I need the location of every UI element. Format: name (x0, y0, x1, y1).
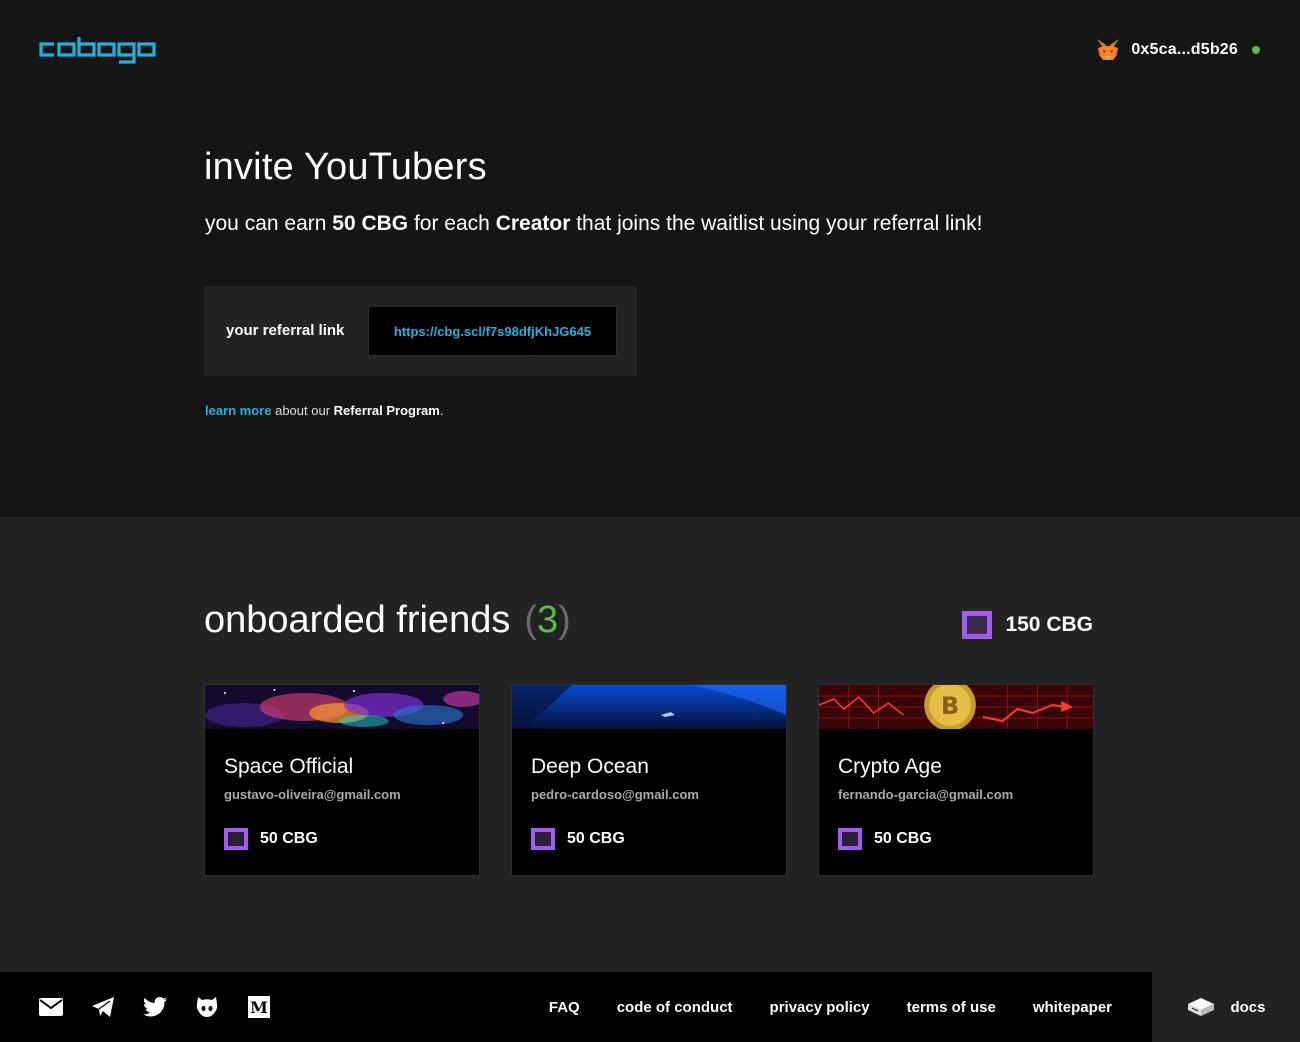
onboarded-title: onboarded friends (3) (204, 599, 571, 642)
friend-reward: 50 CBG (838, 828, 932, 850)
learn-more-link[interactable]: learn more (205, 403, 271, 418)
terms-of-use-link[interactable]: terms of use (907, 999, 996, 1016)
friend-card[interactable]: B Crypto Age fernando-garcia@gmail.com 5… (818, 679, 1094, 876)
faq-link[interactable]: FAQ (549, 999, 580, 1016)
friend-name: Space Official (224, 755, 354, 778)
friend-name: Crypto Age (838, 755, 942, 778)
cbg-token-icon (962, 611, 993, 639)
referral-program-text: Referral Program (333, 403, 440, 418)
friend-reward: 50 CBG (531, 828, 625, 850)
friend-cards: Space Official gustavo-oliveira@gmail.co… (204, 679, 1094, 876)
friend-reward-value: 50 CBG (567, 830, 625, 847)
crypto-banner-image: B (818, 679, 1093, 731)
desc-role: Creator (495, 212, 571, 235)
twitter-icon[interactable] (142, 996, 168, 1018)
footer: M FAQ code of conduct privacy policy ter… (0, 972, 1300, 1042)
onboarded-title-text: onboarded friends (204, 599, 511, 641)
total-reward: 150 CBG (962, 611, 1093, 639)
metamask-fox-icon (1097, 39, 1120, 60)
referral-link-box: your referral link https://cbg.scl/f7s98… (204, 286, 637, 376)
friend-email: pedro-cardoso@gmail.com (531, 787, 699, 802)
cobogo-logo[interactable] (38, 34, 160, 64)
referral-link-label: your referral link (226, 322, 345, 339)
desc-suffix: that joins the waitlist using your refer… (570, 212, 983, 235)
invite-title: invite YouTubers (204, 146, 487, 188)
telegram-icon[interactable] (90, 996, 116, 1018)
learn-mid: about our (271, 403, 334, 418)
docs-label: docs (1230, 998, 1266, 1016)
friend-reward: 50 CBG (224, 828, 318, 850)
desc-amount: 50 CBG (332, 212, 409, 235)
svg-text:B: B (941, 692, 959, 720)
code-of-conduct-link[interactable]: code of conduct (617, 999, 733, 1016)
invite-section: invite YouTubers you can earn 50 CBG for… (0, 100, 1300, 517)
friend-email: fernando-garcia@gmail.com (838, 787, 1014, 802)
whitepaper-link[interactable]: whitepaper (1033, 999, 1112, 1016)
cbg-token-icon (838, 828, 862, 850)
footer-links: FAQ code of conduct privacy policy terms… (549, 972, 1112, 1042)
cbg-token-icon (224, 828, 248, 850)
book-icon (1188, 998, 1215, 1016)
ocean-banner-image (512, 685, 786, 729)
desc-mid: for each (408, 212, 496, 235)
wallet-indicator[interactable]: 0x5ca...d5b26 (1095, 36, 1260, 64)
count-paren-open: ( (524, 599, 537, 641)
referral-link-field[interactable]: https://cbg.scl/f7s98dfjKhJG645 (368, 306, 617, 356)
count-paren-close: ) (558, 599, 571, 641)
friend-reward-value: 50 CBG (874, 830, 932, 847)
invite-description: you can earn 50 CBG for each Creator tha… (205, 212, 982, 236)
svg-text:M: M (250, 998, 268, 1017)
total-reward-value: 150 CBG (1005, 613, 1093, 636)
github-icon[interactable] (194, 996, 220, 1018)
friends-count: 3 (537, 599, 559, 641)
social-links: M (38, 996, 272, 1018)
wallet-address: 0x5ca...d5b26 (1131, 41, 1238, 58)
privacy-policy-link[interactable]: privacy policy (770, 999, 870, 1016)
friend-email: gustavo-oliveira@gmail.com (224, 787, 401, 802)
cbg-token-icon (531, 828, 555, 850)
online-status-dot (1252, 46, 1260, 54)
medium-icon[interactable]: M (246, 996, 272, 1018)
learn-end: . (439, 403, 444, 418)
learn-more-line: learn more about our Referral Program. (205, 403, 443, 418)
onboarded-section: onboarded friends (3) 150 CBG Space Offic… (0, 517, 1300, 972)
friend-reward-value: 50 CBG (260, 830, 318, 847)
friend-card[interactable]: Space Official gustavo-oliveira@gmail.co… (204, 684, 483, 876)
header: 0x5ca...d5b26 (0, 0, 1300, 100)
friend-card[interactable]: Deep Ocean pedro-cardoso@gmail.com 50 CB… (511, 684, 787, 876)
space-banner-image (205, 685, 483, 729)
friend-name: Deep Ocean (531, 755, 649, 778)
desc-prefix: you can earn (205, 212, 333, 235)
mail-icon[interactable] (38, 996, 64, 1018)
docs-button[interactable]: docs (1152, 972, 1300, 1042)
